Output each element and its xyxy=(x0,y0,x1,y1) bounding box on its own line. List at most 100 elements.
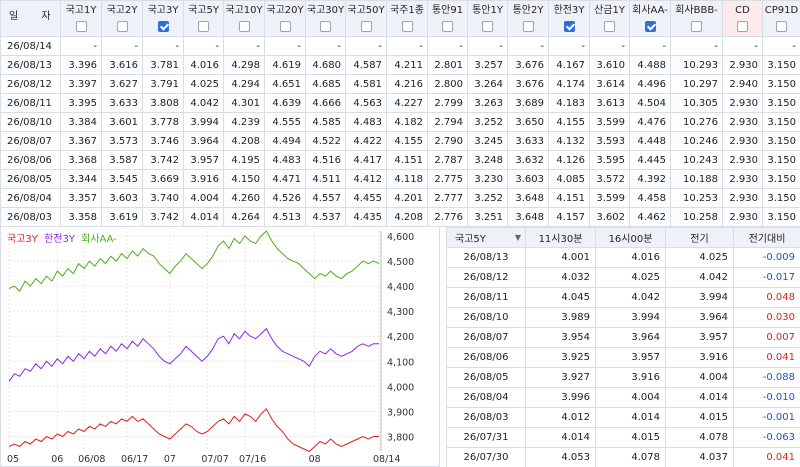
series-checkbox[interactable] xyxy=(238,21,250,32)
series-checkbox[interactable] xyxy=(691,21,702,32)
table-row[interactable]: 26/08/05 3.344 3.545 3.669 3.916 4.150 4.471 4.… xyxy=(0,169,800,189)
table-row[interactable]: 26/08/03 3.358 3.619 3.742 4.014 4.264 4.513 4.… xyxy=(0,207,800,227)
series-checkbox[interactable] xyxy=(522,21,534,32)
series-checkbox[interactable] xyxy=(737,21,748,32)
table-row[interactable]: 26/08/04 3.996 4.004 4.014 -0.010 xyxy=(446,387,800,408)
rate-cell: 3.742 xyxy=(142,150,184,170)
rate-cell: 2.777 xyxy=(427,188,468,208)
rate-cell: 4.483 xyxy=(345,112,387,132)
bond-selector-value: 국고5Y xyxy=(455,234,486,245)
x-tick-label: 06/08 xyxy=(78,454,105,465)
rate-cell: 4.448 xyxy=(629,131,671,151)
series-checkbox[interactable] xyxy=(320,21,331,32)
table-row[interactable]: 26/07/30 4.053 4.078 4.037 0.041 xyxy=(446,447,800,467)
series-checkbox[interactable] xyxy=(644,21,656,32)
column-header: 국고10Y xyxy=(223,0,265,37)
table-row[interactable]: 26/08/05 3.927 3.916 4.004 -0.088 xyxy=(446,367,800,388)
change-cell: -0.063 xyxy=(733,427,800,448)
change-cell: 0.048 xyxy=(733,287,800,308)
series-checkbox[interactable] xyxy=(116,21,128,32)
table-row[interactable]: 26/08/06 3.368 3.587 3.742 3.957 4.195 4.483 4.… xyxy=(0,150,800,170)
rate-cell: 4.042 xyxy=(665,267,734,288)
rate-cell: 2.776 xyxy=(427,207,468,227)
rate-cell: 10.258 xyxy=(670,207,723,227)
series-checkbox[interactable] xyxy=(157,21,169,32)
table-row[interactable]: 26/08/10 3.989 3.994 3.964 0.030 xyxy=(446,307,800,328)
series-checkbox[interactable] xyxy=(776,21,787,32)
table-row[interactable]: 26/08/14- - - - - - - - - - - - - - - - - - xyxy=(0,36,800,56)
rate-cell: 3.994 xyxy=(183,112,224,132)
rate-cell: 3.396 xyxy=(60,55,102,75)
series-checkbox[interactable] xyxy=(75,21,87,32)
table-row[interactable]: 26/08/03 4.012 4.014 4.015 -0.001 xyxy=(446,407,800,428)
rate-cell: 4.619 xyxy=(264,55,306,75)
rate-cell: 3.925 xyxy=(525,347,596,368)
rate-cell: 4.301 xyxy=(223,93,265,113)
rate-cell: 3.599 xyxy=(589,188,630,208)
row-date: 26/08/13 xyxy=(446,247,526,268)
y-tick-label: 4,600 xyxy=(387,232,414,243)
series-checkbox[interactable] xyxy=(279,21,291,32)
bond-selector-dropdown[interactable]: 국고5Y ▼ xyxy=(446,227,526,248)
rate-cell: - xyxy=(507,36,549,56)
change-cell: -0.088 xyxy=(733,367,800,388)
series-checkbox[interactable] xyxy=(360,21,372,32)
rate-cell: 2.775 xyxy=(427,169,468,189)
rate-cell: - xyxy=(101,36,143,56)
table-row[interactable]: 26/08/13 4.001 4.016 4.025 -0.009 xyxy=(446,247,800,268)
rate-cell: 4.078 xyxy=(665,427,734,448)
table-row[interactable]: 26/07/31 4.014 4.015 4.078 -0.063 xyxy=(446,427,800,448)
table-row[interactable]: 26/08/11 4.045 4.042 3.994 0.048 xyxy=(446,287,800,308)
y-tick-label: 4,300 xyxy=(387,307,414,318)
rate-cell: 4.016 xyxy=(595,247,666,268)
rate-cell: 3.395 xyxy=(60,93,102,113)
date-column-header: 일 자 xyxy=(0,0,61,37)
table-row[interactable]: 26/08/11 3.395 3.633 3.808 4.042 4.301 4.639 4.… xyxy=(0,93,800,113)
rate-cell: 3.150 xyxy=(762,112,800,132)
rate-cell: - xyxy=(548,36,590,56)
table-row[interactable]: 26/08/07 3.954 3.964 3.957 0.007 xyxy=(446,327,800,348)
rate-cell: 4.015 xyxy=(595,427,666,448)
table-row[interactable]: 26/08/10 3.384 3.601 3.778 3.994 4.239 4.555 4.… xyxy=(0,112,800,132)
column-header-label: 국고5Y xyxy=(188,5,219,16)
table-row[interactable]: 26/08/07 3.367 3.573 3.746 3.964 4.208 4.494 4.… xyxy=(0,131,800,151)
column-header-label: 국주1종 xyxy=(390,5,424,16)
rate-cell: 3.964 xyxy=(595,327,666,348)
table-row[interactable]: 26/08/12 3.397 3.627 3.791 4.025 4.294 4.651 4.… xyxy=(0,74,800,94)
row-date: 26/08/03 xyxy=(0,207,61,227)
rate-cell: 2.930 xyxy=(722,169,763,189)
series-checkbox[interactable] xyxy=(563,21,575,32)
series-checkbox[interactable] xyxy=(198,21,209,32)
rate-cell: 4.488 xyxy=(629,55,671,75)
table-row[interactable]: 26/08/12 4.032 4.025 4.042 -0.017 xyxy=(446,267,800,288)
rate-cell: 4.014 xyxy=(525,427,596,448)
rate-cell: 3.610 xyxy=(589,55,630,75)
table-row[interactable]: 26/08/04 3.357 3.603 3.740 4.004 4.260 4.526 4.… xyxy=(0,188,800,208)
rate-cell: 10.188 xyxy=(670,169,723,189)
rate-cell: 2.930 xyxy=(722,207,763,227)
rate-cell: 10.253 xyxy=(670,188,723,208)
rate-cell: 4.264 xyxy=(223,207,265,227)
rate-cell: 4.004 xyxy=(183,188,224,208)
table-row[interactable]: 26/08/06 3.925 3.957 3.916 0.041 xyxy=(446,347,800,368)
rate-cell: 3.648 xyxy=(507,188,549,208)
rate-cell: 3.989 xyxy=(525,307,596,328)
rate-cell: 4.417 xyxy=(345,150,387,170)
rate-cell: 3.957 xyxy=(183,150,224,170)
series-checkbox[interactable] xyxy=(442,21,453,32)
row-date: 26/08/14 xyxy=(0,36,61,56)
table-row[interactable]: 26/08/13 3.396 3.616 3.781 4.016 4.298 4.619 4.… xyxy=(0,55,800,75)
series-checkbox[interactable] xyxy=(604,21,615,32)
rate-cell: 4.004 xyxy=(595,387,666,408)
row-date: 26/08/13 xyxy=(0,55,61,75)
rate-cell: 4.511 xyxy=(305,169,346,189)
rate-cell: 3.595 xyxy=(589,150,630,170)
rate-cell: 3.150 xyxy=(762,55,800,75)
rate-cell: 4.685 xyxy=(305,74,346,94)
rate-cell: 4.651 xyxy=(264,74,306,94)
y-tick-label: 4,000 xyxy=(387,382,414,393)
column-header: 국고5Y xyxy=(183,0,224,37)
column-header-label: 회사AA- xyxy=(632,5,668,16)
series-checkbox[interactable] xyxy=(482,21,493,32)
series-checkbox[interactable] xyxy=(401,21,413,32)
